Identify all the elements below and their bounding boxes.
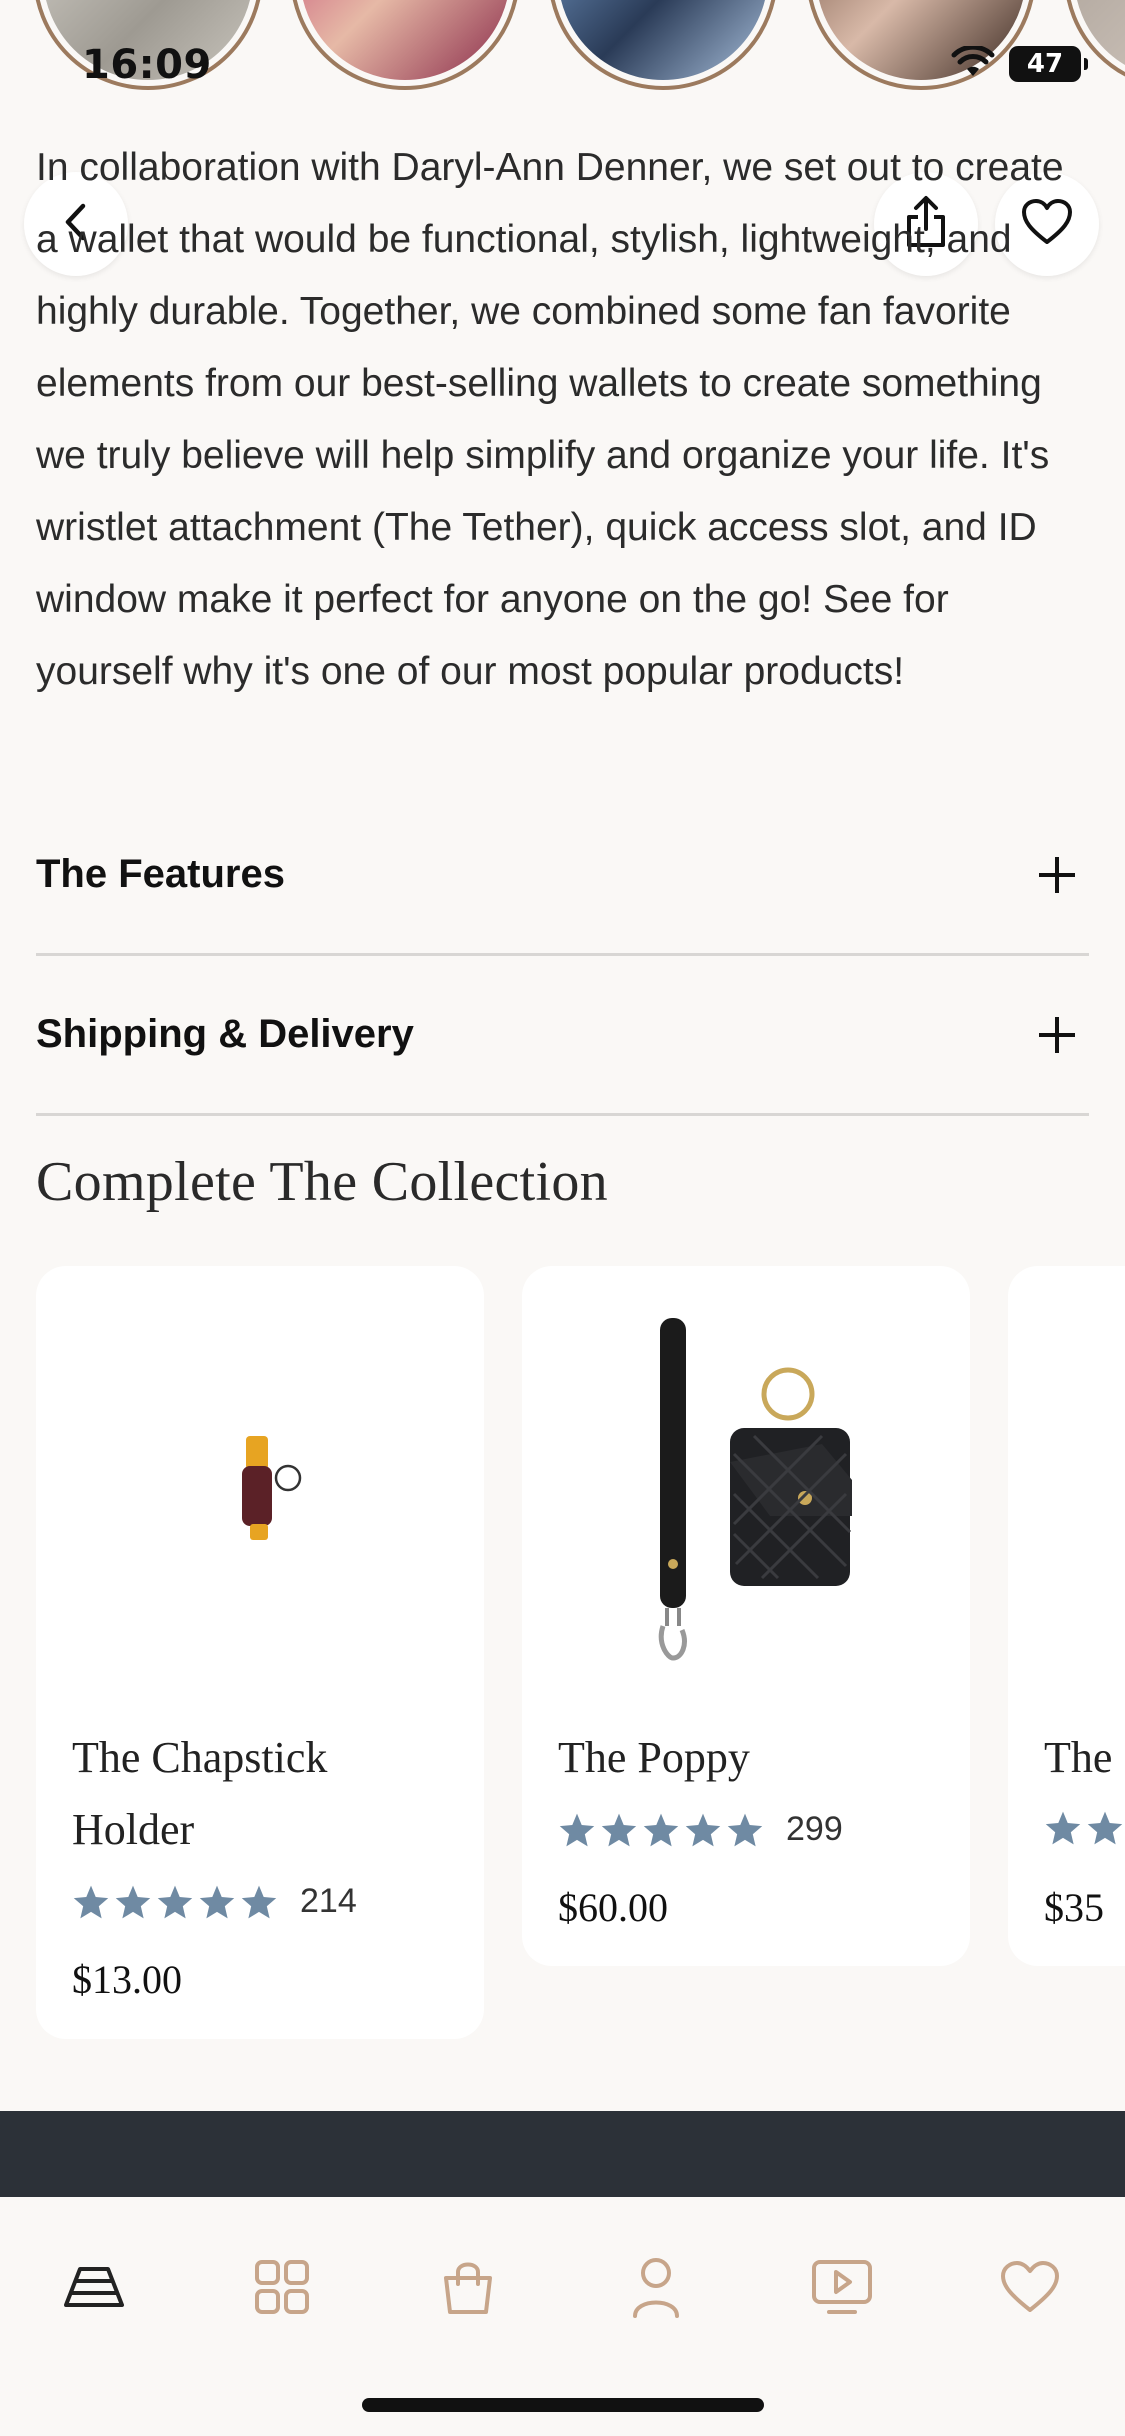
star-icon xyxy=(199,1885,235,1918)
battery-level: 47 xyxy=(1026,49,1064,79)
accordion-label: The Features xyxy=(36,852,285,896)
product-rating: 214 xyxy=(72,1882,357,1921)
star-icon xyxy=(115,1885,151,1918)
product-price: $13.00 xyxy=(72,1957,182,2002)
star-icon xyxy=(157,1885,193,1918)
plus-icon xyxy=(1039,856,1075,893)
product-price: $35 xyxy=(1044,1885,1104,1930)
product-card[interactable]: The Chapstick Holder 214 $13.00 xyxy=(36,1266,484,2039)
review-count: 214 xyxy=(300,1882,357,1920)
product-rating: 299 xyxy=(558,1810,843,1849)
product-card[interactable]: The Poppy 299 $60.00 xyxy=(522,1266,970,1966)
product-rating xyxy=(1044,1810,1124,1846)
product-image xyxy=(522,1266,970,1686)
star-icon xyxy=(601,1813,637,1846)
product-name: The Chapstick xyxy=(72,1733,328,1782)
brand-logo-icon xyxy=(62,2265,126,2313)
user-icon xyxy=(631,2256,681,2322)
home-indicator xyxy=(362,2398,764,2412)
grid-icon xyxy=(254,2259,310,2319)
product-description: In collaboration with Daryl-Ann Denner, … xyxy=(36,146,1064,693)
tab-videos[interactable] xyxy=(802,2249,882,2329)
product-price: $60.00 xyxy=(558,1885,668,1930)
story-thumbnail[interactable] xyxy=(290,0,520,90)
tab-account[interactable] xyxy=(616,2249,696,2329)
star-icon xyxy=(559,1813,595,1846)
product-name: The xyxy=(1044,1733,1113,1782)
star-icon xyxy=(643,1813,679,1846)
status-time: 16:09 xyxy=(82,42,212,88)
tab-home[interactable] xyxy=(54,2249,134,2329)
tab-favorites[interactable] xyxy=(990,2249,1070,2329)
video-play-icon xyxy=(811,2259,873,2319)
product-name-line2: Holder xyxy=(72,1805,195,1854)
accordion-shipping[interactable]: Shipping & Delivery xyxy=(36,956,1089,1116)
star-icon xyxy=(73,1885,109,1918)
battery-icon: 47 xyxy=(1009,46,1088,82)
tab-shop[interactable] xyxy=(428,2249,508,2329)
product-card[interactable]: The $35 xyxy=(1008,1266,1125,1966)
bottom-tab-bar xyxy=(0,2197,1125,2436)
accordion-label: Shipping & Delivery xyxy=(36,1012,414,1056)
star-rating xyxy=(1044,1810,1124,1846)
star-rating xyxy=(72,1884,278,1920)
product-image xyxy=(36,1266,484,1686)
footer-band xyxy=(0,2111,1125,2197)
star-icon xyxy=(1087,1811,1123,1845)
section-title: Complete The Collection xyxy=(36,1151,608,1213)
star-rating xyxy=(558,1812,764,1848)
product-name: The Poppy xyxy=(558,1733,750,1782)
star-icon xyxy=(727,1813,763,1846)
accordion-features[interactable]: The Features xyxy=(36,796,1089,956)
status-icons: 47 xyxy=(951,44,1088,82)
shopping-bag-icon xyxy=(440,2258,496,2320)
story-thumbnail[interactable] xyxy=(548,0,778,90)
product-detail-screen: 16:09 47 In collaboration with Daryl-Ann… xyxy=(0,0,1125,2436)
star-icon xyxy=(1045,1811,1081,1845)
star-icon xyxy=(685,1813,721,1846)
heart-icon xyxy=(999,2260,1061,2318)
review-count: 299 xyxy=(786,1810,843,1848)
wifi-icon xyxy=(951,44,995,82)
tab-categories[interactable] xyxy=(242,2249,322,2329)
star-icon xyxy=(241,1885,277,1918)
plus-icon xyxy=(1039,1016,1075,1053)
